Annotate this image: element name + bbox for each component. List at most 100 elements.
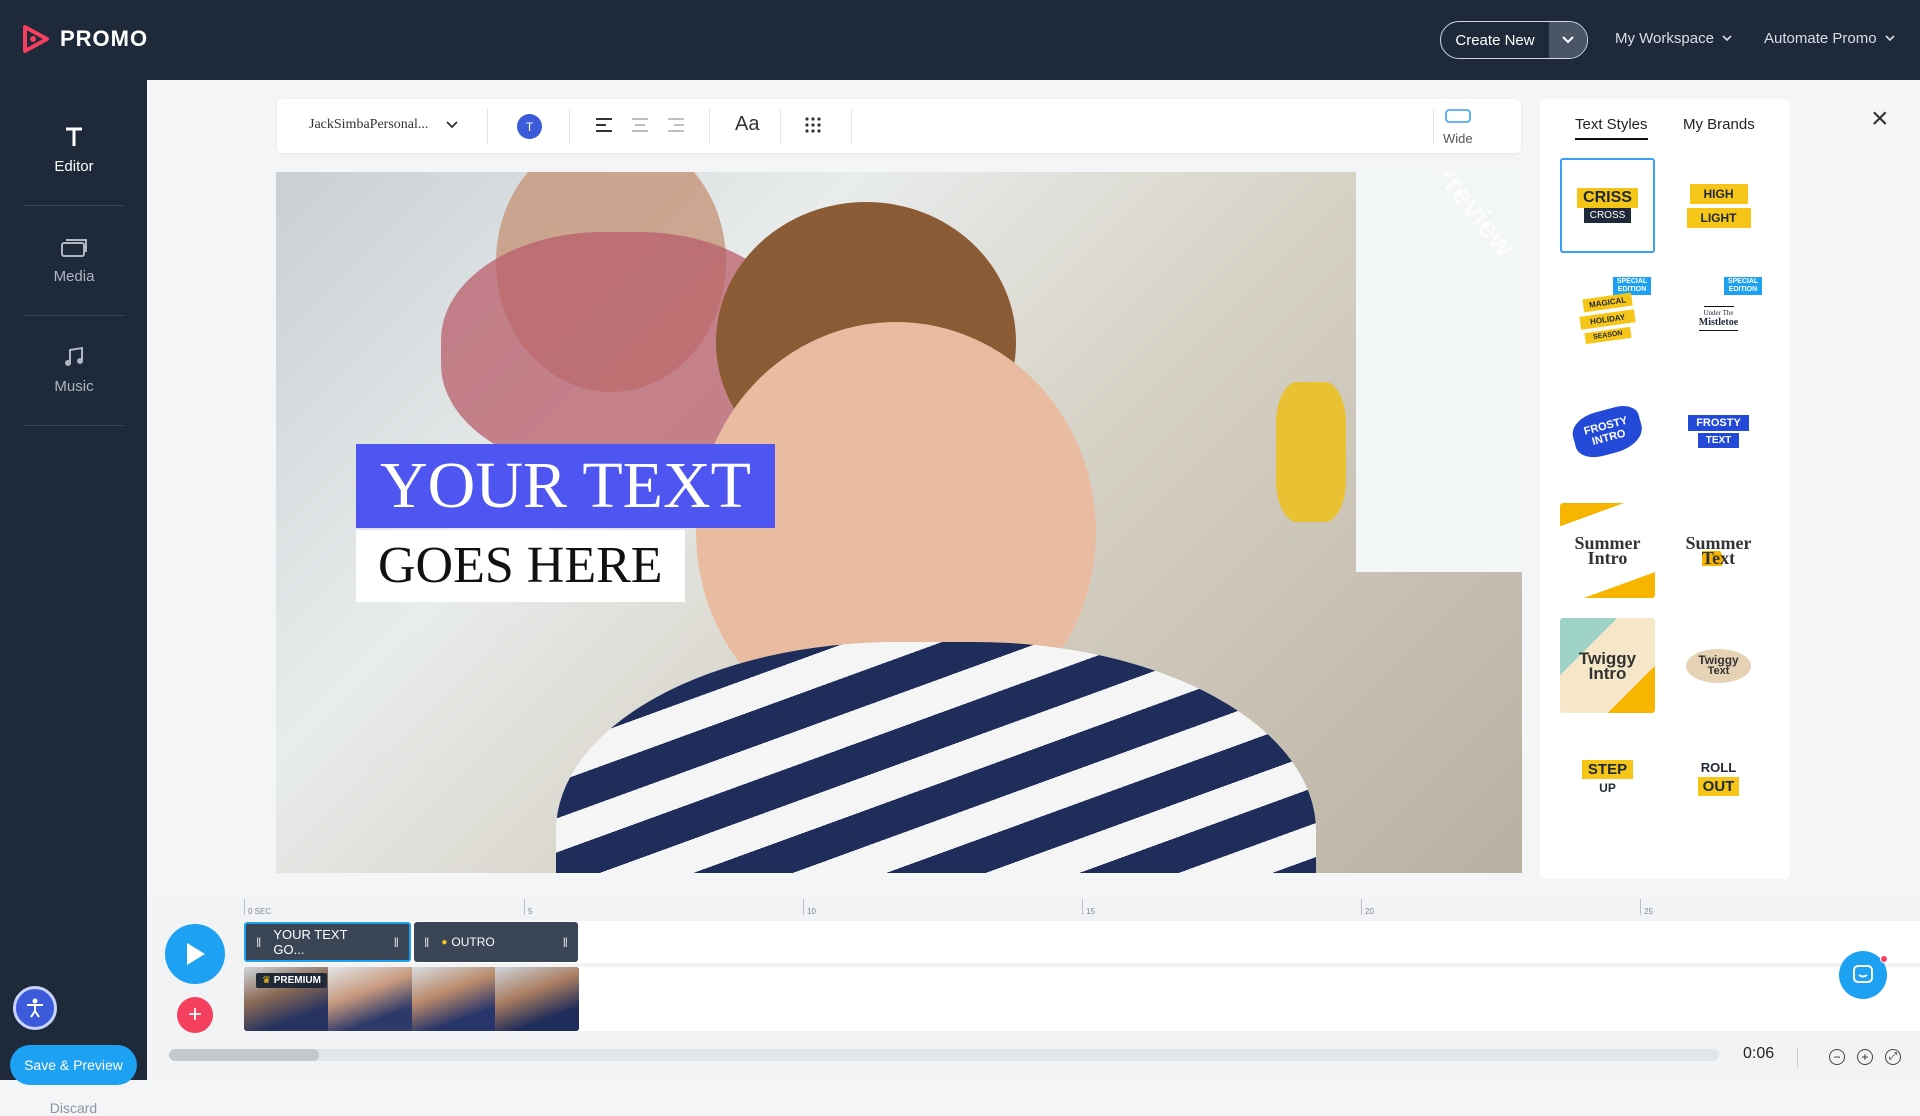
chevron-down-icon[interactable] xyxy=(1549,22,1587,58)
sidebar-item-label: Music xyxy=(54,378,94,395)
tab-text-styles[interactable]: Text Styles xyxy=(1575,116,1648,140)
text-box-line2[interactable]: GOES HERE xyxy=(356,530,685,602)
timeline-scrollbar[interactable] xyxy=(169,1049,1719,1061)
style-summer-intro[interactable]: Summer Intro xyxy=(1560,503,1655,598)
special-edition-badge: SPECIAL EDITION xyxy=(1724,277,1762,295)
divider xyxy=(851,109,852,145)
style-line: Intro xyxy=(1587,547,1628,568)
style-twiggy-text[interactable]: Twiggy Text xyxy=(1671,618,1766,713)
top-bar: PROMO Create New My Workspace Automate P… xyxy=(0,0,1920,80)
divider xyxy=(709,109,710,145)
text-toolbar: JackSimbaPersonal... T Aa Wide xyxy=(277,99,1521,153)
clip-thumbnail xyxy=(411,967,496,1031)
chevron-down-icon xyxy=(1884,35,1895,42)
text-color-button[interactable]: T xyxy=(517,114,542,139)
premium-label: PREMIUM xyxy=(273,975,321,986)
style-under-the-mistletoe[interactable]: SPECIAL EDITION Under The Mistletoe xyxy=(1671,271,1766,366)
style-line: HIGH xyxy=(1689,183,1748,204)
grid-icon[interactable] xyxy=(805,117,821,133)
style-frosty-text[interactable]: FROSTY TEXT xyxy=(1671,384,1766,479)
fit-icon[interactable]: ⤢ xyxy=(1885,1049,1901,1065)
create-new-label[interactable]: Create New xyxy=(1441,22,1549,58)
video-preview[interactable]: Preview YOUR TEXT GOES HERE xyxy=(276,172,1522,873)
ruler-tick: 25 xyxy=(1640,899,1653,916)
sidebar: Editor Media Music Save & Preview Discar… xyxy=(0,80,147,1116)
timeline: 0 SEC 5 10 15 20 25 + ‖ YOUR TEXT GO... … xyxy=(147,899,1920,1080)
create-new-button[interactable]: Create New xyxy=(1440,21,1588,59)
accessibility-icon xyxy=(27,998,43,1018)
drag-handle-icon[interactable]: ‖ xyxy=(424,935,429,950)
style-summer-text[interactable]: Summer Text xyxy=(1671,503,1766,598)
promo-logo-icon xyxy=(23,25,49,53)
crown-icon: ♛ xyxy=(262,975,271,986)
premium-badge: ♛ PREMIUM xyxy=(256,973,327,988)
outro-clip[interactable]: ‖ ● OUTRO ‖ xyxy=(414,922,578,962)
text-styles-panel: Text Styles My Brands CRISS CROSS HIGH L… xyxy=(1540,99,1790,879)
wide-layout-icon xyxy=(1445,109,1471,123)
divider xyxy=(487,109,488,145)
scrollbar-thumb[interactable] xyxy=(169,1049,319,1061)
layout-wide-button[interactable]: Wide xyxy=(1443,109,1473,146)
font-select[interactable]: JackSimbaPersonal... xyxy=(309,117,459,133)
outro-dot-icon: ● xyxy=(441,936,448,948)
zoom-in-icon[interactable]: + xyxy=(1857,1049,1873,1065)
text-size-button[interactable]: Aa xyxy=(735,113,759,136)
style-line: Twiggy xyxy=(1698,652,1739,667)
style-line: Intro xyxy=(1588,663,1627,683)
ruler-tick: 15 xyxy=(1082,899,1095,916)
style-line: TEXT xyxy=(1697,433,1740,448)
divider xyxy=(569,109,570,145)
style-frosty-intro[interactable]: FROSTY INTRO xyxy=(1560,384,1655,479)
play-button[interactable] xyxy=(165,924,225,984)
style-magical-holiday[interactable]: SPECIAL EDITION MAGICAL HOLIDAY SEASON xyxy=(1560,271,1655,366)
align-right-icon[interactable] xyxy=(667,117,685,133)
ruler-tick: 20 xyxy=(1361,899,1374,916)
font-select-value: JackSimbaPersonal... xyxy=(309,117,429,132)
layout-wide-label: Wide xyxy=(1443,131,1473,146)
style-line: Under The xyxy=(1703,306,1734,317)
sidebar-item-editor[interactable]: Editor xyxy=(24,96,124,206)
ruler-tick: 0 SEC xyxy=(244,899,271,916)
accessibility-button[interactable] xyxy=(13,986,57,1030)
current-time: 0:06 xyxy=(1743,1045,1775,1062)
sidebar-item-music[interactable]: Music xyxy=(24,316,124,426)
style-criss-cross[interactable]: CRISS CROSS xyxy=(1560,158,1655,253)
automate-promo-menu[interactable]: Automate Promo xyxy=(1764,30,1895,47)
my-workspace-label: My Workspace xyxy=(1615,30,1714,47)
style-line: Text xyxy=(1707,664,1730,677)
text-icon xyxy=(66,127,82,146)
text-box-line1[interactable]: YOUR TEXT xyxy=(356,444,775,528)
video-clip[interactable]: ♛ PREMIUM xyxy=(244,967,579,1031)
drag-handle-icon[interactable]: ‖ xyxy=(256,935,261,950)
style-roll-out[interactable]: ROLL OUT xyxy=(1671,730,1766,825)
sidebar-item-media[interactable]: Media xyxy=(24,206,124,316)
align-center-icon[interactable] xyxy=(631,117,649,133)
style-line: Text xyxy=(1701,547,1736,568)
style-step-up[interactable]: STEP UP xyxy=(1560,730,1655,825)
my-workspace-menu[interactable]: My Workspace xyxy=(1615,30,1732,47)
drag-handle-icon[interactable]: ‖ xyxy=(563,935,568,950)
text-clip[interactable]: ‖ YOUR TEXT GO... ‖ xyxy=(244,922,411,962)
style-high-light[interactable]: HIGH LIGHT xyxy=(1671,158,1766,253)
tab-my-brands[interactable]: My Brands xyxy=(1683,116,1755,138)
style-line: OUT xyxy=(1697,776,1740,796)
align-left-icon[interactable] xyxy=(595,117,613,133)
drag-handle-icon[interactable]: ‖ xyxy=(394,935,399,950)
style-line: CROSS xyxy=(1583,208,1632,223)
zoom-out-icon[interactable]: − xyxy=(1829,1049,1845,1065)
app-name: PROMO xyxy=(60,26,149,51)
play-icon xyxy=(187,943,205,965)
close-icon[interactable]: × xyxy=(1871,104,1889,134)
promo-logo[interactable]: PROMO xyxy=(22,24,148,54)
add-clip-button[interactable]: + xyxy=(177,997,213,1033)
sidebar-item-label: Editor xyxy=(54,158,94,175)
timeline-ruler: 0 SEC 5 10 15 20 25 xyxy=(244,899,1920,921)
style-twiggy-intro[interactable]: Twiggy Intro xyxy=(1560,618,1655,713)
preview-striped-shirt xyxy=(556,642,1316,873)
discard-link[interactable]: Discard xyxy=(0,1100,147,1116)
divider xyxy=(780,109,781,145)
clip-thumbnail xyxy=(327,967,412,1031)
style-line: UP xyxy=(1599,781,1616,795)
save-preview-button[interactable]: Save & Preview xyxy=(10,1045,137,1085)
preview-person-mom xyxy=(1276,382,1346,522)
